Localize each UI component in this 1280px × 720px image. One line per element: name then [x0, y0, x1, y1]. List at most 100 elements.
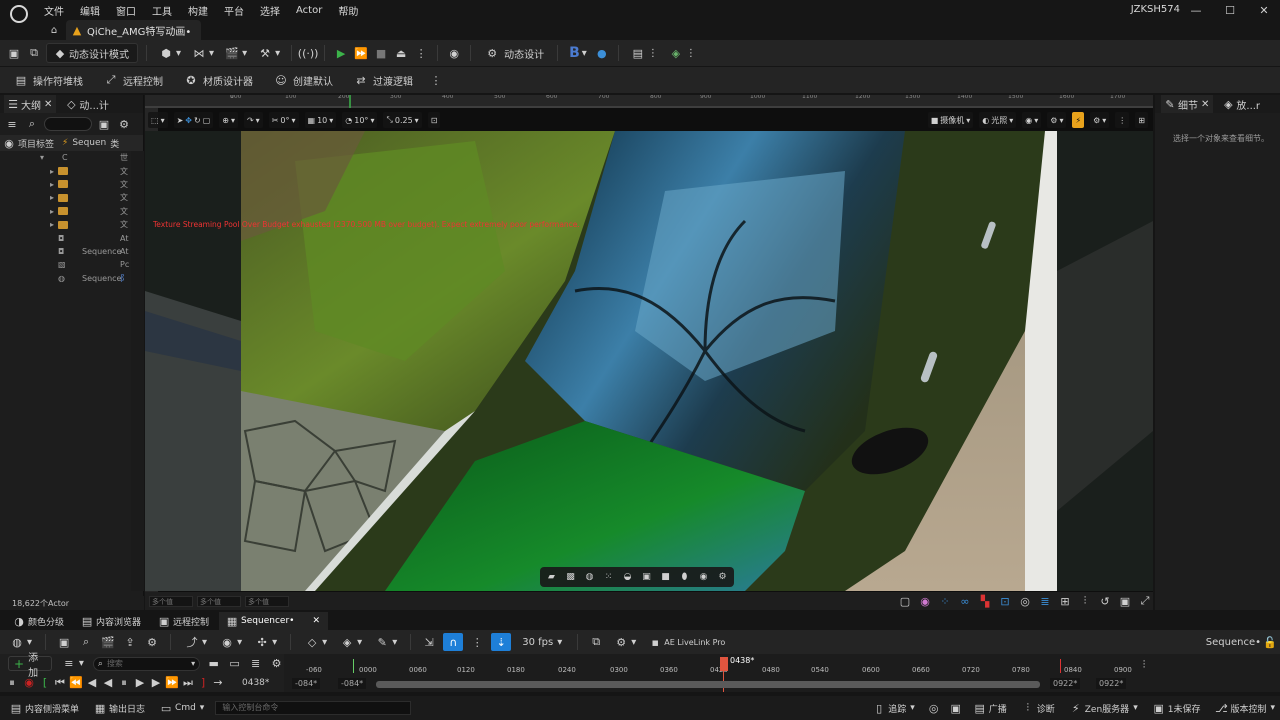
- outliner-search-input[interactable]: [44, 117, 92, 131]
- key-button[interactable]: ◇ ▾: [301, 632, 330, 652]
- create-default-button[interactable]: ☺ 创建默认: [268, 70, 338, 90]
- viewport-settings-button[interactable]: ⚙ ▾: [1090, 112, 1110, 128]
- playback-end-marker[interactable]: [1060, 659, 1061, 673]
- outliner-scrollbar[interactable]: [131, 151, 144, 591]
- lighting-menu-button[interactable]: ◐ 光照 ▾: [979, 112, 1017, 128]
- auto-key-icon[interactable]: ⇲: [421, 634, 437, 650]
- shape-box-icon[interactable]: ▩: [563, 570, 578, 585]
- b-menu-button[interactable]: B ▾: [566, 43, 590, 63]
- multi-value-y[interactable]: 多个值: [197, 595, 241, 607]
- browse-icon[interactable]: ⧉: [26, 45, 42, 61]
- tab-close-icon[interactable]: ✕: [44, 99, 52, 110]
- curve-editor-icon[interactable]: ⧉: [588, 634, 604, 650]
- settings-icon[interactable]: ⚙: [116, 116, 132, 132]
- image-icon[interactable]: ▣: [1117, 593, 1133, 609]
- dynamic-design-button[interactable]: ⚙ 动态设计: [479, 43, 549, 63]
- select-arrow-icon[interactable]: ➤: [177, 116, 184, 125]
- home-icon[interactable]: ⌂: [46, 22, 62, 38]
- find-icon[interactable]: ⌕: [78, 634, 94, 650]
- magnet-icon[interactable]: ∩: [443, 633, 464, 651]
- menu-tools[interactable]: 工具: [144, 3, 180, 18]
- unsaved-button[interactable]: ▣ 1未保存: [1149, 698, 1206, 718]
- filter-button[interactable]: ≡ ▾: [58, 654, 87, 674]
- list-item[interactable]: ▸ 文: [0, 205, 143, 218]
- timeline-options-icon[interactable]: ⫶: [1136, 657, 1152, 673]
- cinematics-button[interactable]: 🎬 ▾: [221, 43, 250, 63]
- set-start-icon[interactable]: [: [40, 675, 50, 691]
- livelink-button[interactable]: ▪ AE LiveLink Pro: [645, 632, 730, 652]
- playback-button[interactable]: ✣ ▾: [251, 632, 280, 652]
- prev-key-icon[interactable]: ⏪: [69, 675, 83, 691]
- add-actor-button[interactable]: ⬢ ▾: [155, 43, 184, 63]
- collapse-icon[interactable]: ▬: [206, 656, 221, 672]
- export-icon[interactable]: ⇪: [122, 634, 138, 650]
- visibility-icon[interactable]: ◉: [696, 570, 711, 585]
- console-input[interactable]: 输入控制台命令: [215, 701, 412, 715]
- shape-disc-icon[interactable]: ◒: [620, 570, 635, 585]
- viewport-options-button[interactable]: ⋮: [1115, 112, 1130, 128]
- build-button[interactable]: ⚒ ▾: [254, 43, 283, 63]
- menu-actor[interactable]: Actor: [288, 5, 330, 16]
- shape-sphere-icon[interactable]: ◍: [582, 570, 597, 585]
- header-col3[interactable]: 类: [110, 137, 119, 150]
- visibility-icon[interactable]: ◉: [4, 135, 14, 151]
- fps-dropdown[interactable]: 30 fps ▾: [517, 632, 567, 652]
- version-control-button[interactable]: ⎇ 版本控制 ▾: [1211, 698, 1280, 718]
- zen-server-button[interactable]: ⚡ Zen服务器 ▾: [1066, 698, 1143, 718]
- shape-plane-icon[interactable]: ▰: [544, 570, 559, 585]
- material-designer-button[interactable]: ✪ 材质设计器: [178, 70, 258, 90]
- tab-remote-control[interactable]: ▣ 远程控制: [151, 612, 217, 630]
- pause-icon[interactable]: ⏸: [118, 675, 130, 691]
- working-range-end[interactable]: 0922*: [1050, 678, 1081, 689]
- sequencer-timeline[interactable]: -060 0000 0060 0120 0180 0240 0300 0360 …: [284, 654, 1280, 692]
- minimize-icon[interactable]: —: [1188, 2, 1204, 18]
- track-search-input[interactable]: ⌕ 搜索 ▾: [92, 656, 201, 671]
- play-forward-icon[interactable]: ▶: [134, 675, 146, 691]
- tab-close-icon[interactable]: ✕: [1201, 99, 1209, 110]
- edit-button[interactable]: ✎ ▾: [371, 632, 400, 652]
- mode-select-button[interactable]: ◆ 动态设计模式: [46, 43, 138, 63]
- keyframe-settings-icon[interactable]: ⚙: [144, 634, 160, 650]
- broadcast-button[interactable]: ▤ 广播: [970, 698, 1012, 718]
- grid-snap-button[interactable]: ✂ 0° ▾: [268, 112, 299, 128]
- new-folder-icon[interactable]: ▣: [96, 116, 112, 132]
- multi-value-z[interactable]: 多个值: [245, 595, 289, 607]
- color-wheel-icon[interactable]: ◉: [917, 593, 933, 609]
- layout-button[interactable]: ⊞: [1135, 112, 1148, 128]
- set-end-icon[interactable]: ]: [198, 675, 208, 691]
- list-item[interactable]: ◘ At: [0, 231, 143, 244]
- header-label[interactable]: 项目标签: [18, 137, 58, 150]
- snap-to-frame-icon[interactable]: ⇣: [491, 633, 512, 651]
- content-drawer-button[interactable]: ▤ 内容侧滑菜单: [6, 698, 84, 718]
- trace-button[interactable]: ▯ 追踪 ▾: [869, 698, 920, 718]
- menu-edit[interactable]: 编辑: [72, 3, 108, 18]
- stop-icon[interactable]: ■: [373, 45, 389, 61]
- remote-control-button[interactable]: ⤢ 远程控制: [98, 70, 168, 90]
- tab-color-grading[interactable]: ◑ 颜色分级: [6, 612, 72, 630]
- maximize-icon[interactable]: ☐: [1222, 2, 1238, 18]
- undo-icon[interactable]: ↺: [1097, 593, 1113, 609]
- settings-icon[interactable]: ⚙: [269, 656, 284, 672]
- key-interp-button[interactable]: ◈ ▾: [336, 632, 365, 652]
- render-icon[interactable]: 🎬: [100, 634, 116, 650]
- tab-dynamic[interactable]: ◇ 动...计: [62, 95, 113, 113]
- unreal-logo-icon[interactable]: [10, 5, 28, 23]
- jump-end-icon[interactable]: ⏭: [182, 675, 194, 691]
- prev-frame-icon[interactable]: ◀: [86, 675, 98, 691]
- play-options-icon[interactable]: ⋮: [413, 45, 429, 61]
- sequencer-settings-button[interactable]: ⚙ ▾: [610, 632, 639, 652]
- tab-close-icon[interactable]: ✕: [312, 616, 320, 626]
- menu-platform[interactable]: 平台: [216, 3, 252, 18]
- pause-toggle-icon[interactable]: ⏸: [6, 675, 18, 691]
- status-box-icon[interactable]: ▢: [897, 593, 913, 609]
- play-step-icon[interactable]: ⏩: [353, 45, 369, 61]
- current-frame[interactable]: 0438*: [242, 678, 269, 688]
- globe-icon[interactable]: ●: [594, 45, 610, 61]
- grid-icon[interactable]: ⊞: [1057, 593, 1073, 609]
- transition-logic-button[interactable]: ⇄ 过渡逻辑: [348, 70, 418, 90]
- expand-icon[interactable]: ▭: [227, 656, 242, 672]
- list-item[interactable]: ▧ Pc: [0, 258, 143, 271]
- location-snap-button[interactable]: ▦ 10 ▾: [304, 112, 337, 128]
- record-icon[interactable]: ◎: [926, 700, 942, 716]
- save-icon[interactable]: ▣: [56, 634, 72, 650]
